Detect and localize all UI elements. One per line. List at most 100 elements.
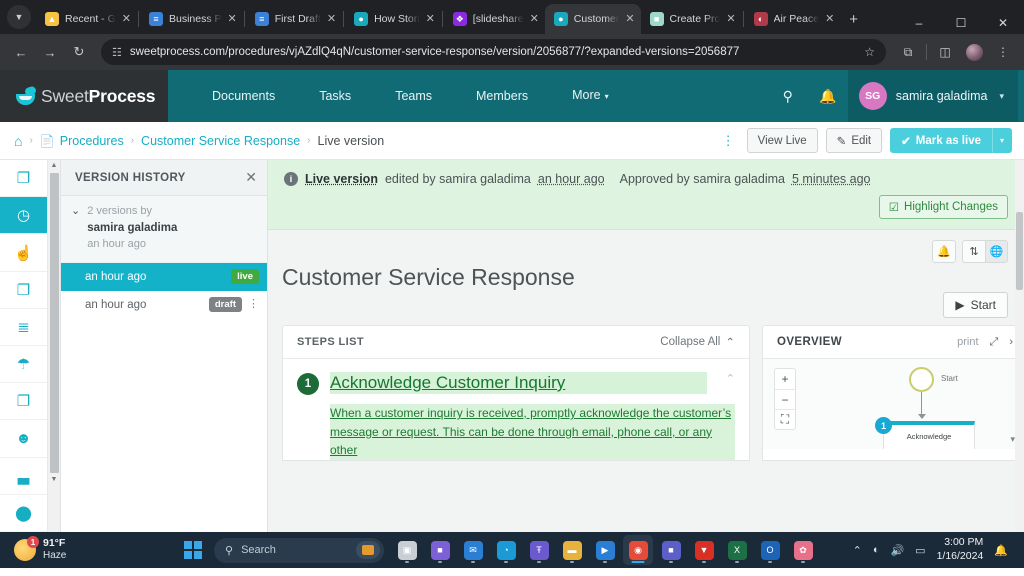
home-icon[interactable]: ⌂ <box>14 133 22 149</box>
highlight-changes-button[interactable]: ☑ Highlight Changes <box>878 195 1008 219</box>
excel-taskbar-button[interactable]: X <box>722 535 752 565</box>
nav-item-more[interactable]: More ▾ <box>550 69 631 123</box>
browser-tab[interactable]: ● How Stori ✕ <box>345 4 441 34</box>
nav-item-tasks[interactable]: Tasks <box>297 70 373 122</box>
tab-close-icon[interactable]: ✕ <box>726 13 735 25</box>
more-actions-icon[interactable]: ⋮ <box>718 134 739 147</box>
zoom-taskbar-button[interactable]: ▶ <box>590 535 620 565</box>
wifi-icon[interactable]: ◐ <box>873 544 880 556</box>
sweetprocess-logo[interactable]: SweetProcess <box>0 70 168 122</box>
tab-close-icon[interactable]: ✕ <box>625 13 634 25</box>
nav-item-teams[interactable]: Teams <box>373 70 454 122</box>
site-info-icon[interactable]: ☷ <box>112 46 122 59</box>
tray-expand-chevron-icon[interactable]: ⌃ <box>853 544 862 557</box>
teams-icon[interactable]: ☻ <box>0 420 47 458</box>
address-bar[interactable]: ☷ sweetprocess.com/procedures/vjAZdlQ4qN… <box>101 39 886 65</box>
chevron-down-icon[interactable]: ▾ <box>999 91 1004 102</box>
settings-icon[interactable]: ⬤ <box>0 495 47 533</box>
print-button[interactable]: print <box>957 336 978 348</box>
search-highlight-badge[interactable] <box>356 541 380 559</box>
version-row-selected[interactable]: an hour ago live <box>61 262 267 291</box>
tab-search-button[interactable]: ▼ <box>7 5 31 29</box>
paint-taskbar-button[interactable]: ✿ <box>788 535 818 565</box>
nav-item-members[interactable]: Members <box>454 70 550 122</box>
back-button[interactable]: ← <box>8 39 34 65</box>
outlook-taskbar-button[interactable]: O <box>755 535 785 565</box>
history-clock-icon[interactable]: ◷ <box>0 197 47 235</box>
nav-item-documents[interactable]: Documents <box>190 70 297 122</box>
comments-icon[interactable]: ❐ <box>0 272 47 309</box>
version-row[interactable]: an hour ago draft ⋮ <box>61 290 267 319</box>
fit-to-screen-button[interactable]: ⛶ <box>775 409 795 429</box>
tab-close-icon[interactable]: ✕ <box>426 13 435 25</box>
close-window-button[interactable]: ✕ <box>982 16 1024 30</box>
teams-taskbar-button[interactable]: Ŧ <box>524 535 554 565</box>
tab-close-icon[interactable]: ✕ <box>327 13 336 25</box>
overview-flowchart-canvas[interactable]: + − ⛶ Start Acknowledge 1 ▾ <box>763 359 1023 449</box>
breadcrumb-procedures[interactable]: Procedures <box>60 134 124 148</box>
step-title-link[interactable]: Acknowledge Customer Inquiry <box>330 372 707 395</box>
file-explorer-taskbar-button[interactable]: ▬ <box>557 535 587 565</box>
share-icon[interactable]: ⧉ <box>895 39 921 65</box>
browser-tab[interactable]: ■ Create Pro ✕ <box>641 4 742 34</box>
chevron-up-icon[interactable]: ⌃ <box>726 372 735 385</box>
globe-icon[interactable]: 🌐 <box>985 241 1007 262</box>
scroll-down-arrow[interactable]: ▼ <box>51 474 58 486</box>
reload-button[interactable]: ↻ <box>66 39 92 65</box>
browser-tab[interactable]: ◐ Air Peace ✕ <box>745 4 841 34</box>
battery-icon[interactable]: ▭ <box>915 544 925 557</box>
teams-work-taskbar-button[interactable]: ■ <box>656 535 686 565</box>
scroll-up-arrow[interactable]: ▲ <box>51 160 58 172</box>
tab-close-icon[interactable]: ✕ <box>530 13 539 25</box>
windows-start-button[interactable] <box>184 541 202 559</box>
version-row-menu-icon[interactable]: ⋮ <box>248 299 259 310</box>
scrollbar-thumb[interactable] <box>49 173 59 473</box>
view-live-button[interactable]: View Live <box>746 128 818 153</box>
approved-timestamp[interactable]: 5 minutes ago <box>792 172 871 186</box>
notification-bell-icon[interactable]: 🔔 <box>933 241 955 262</box>
start-button[interactable]: ▶ Start <box>943 292 1008 318</box>
analytics-icon[interactable]: ▃ <box>0 458 47 495</box>
flowchart-start-node[interactable] <box>909 367 934 392</box>
forward-button[interactable]: → <box>37 39 63 65</box>
profile-avatar[interactable] <box>961 39 987 65</box>
task-view-taskbar-button[interactable]: ▣ <box>392 535 422 565</box>
breadcrumb-customer-service-response[interactable]: Customer Service Response <box>141 134 300 148</box>
zoom-in-button[interactable]: + <box>775 369 795 389</box>
edited-timestamp[interactable]: an hour ago <box>538 172 605 186</box>
new-tab-button[interactable]: + <box>840 11 867 34</box>
browser-tab[interactable]: ❖ [slideshare ✕ <box>444 4 545 34</box>
mail-taskbar-button[interactable]: ✉ <box>458 535 488 565</box>
antivirus-taskbar-button[interactable]: ▼ <box>689 535 719 565</box>
bookmark-star-icon[interactable]: ☆ <box>864 45 875 59</box>
taskbar-clock[interactable]: 3:00 PM 1/16/2024 <box>937 536 984 563</box>
zoom-out-button[interactable]: − <box>775 389 795 409</box>
close-icon[interactable]: ✕ <box>245 169 257 186</box>
browser-tab[interactable]: ≡ First Draft ✕ <box>246 4 342 34</box>
tab-close-icon[interactable]: ✕ <box>122 13 131 25</box>
notifications-bell-icon[interactable]: 🔔 <box>808 88 848 105</box>
browser-menu-icon[interactable]: ⋮ <box>990 39 1016 65</box>
minimize-button[interactable]: – <box>898 16 940 30</box>
next-icon[interactable]: › <box>1009 336 1013 348</box>
cloud-upload-icon[interactable]: ☂ <box>0 346 47 384</box>
copy-icon[interactable]: ❐ <box>0 383 47 421</box>
expand-icon[interactable]: ⤢ <box>990 336 999 349</box>
teams-chat-taskbar-button[interactable]: ■ <box>425 535 455 565</box>
flowchart-step-node[interactable]: Acknowledge <box>883 421 975 449</box>
sidepanel-icon[interactable]: ◫ <box>932 39 958 65</box>
notification-bell-icon[interactable]: 🔔 <box>994 544 1008 557</box>
user-menu[interactable]: SG samira galadima ▾ <box>847 70 1018 122</box>
maximize-button[interactable]: ☐ <box>940 16 982 30</box>
browser-tab-active[interactable]: ● Customer ✕ <box>544 4 641 34</box>
tab-close-icon[interactable]: ✕ <box>825 13 834 25</box>
url-text[interactable]: sweetprocess.com/procedures/vjAZdlQ4qN/c… <box>130 46 856 58</box>
chevron-down-icon[interactable]: ⌄ <box>71 204 80 218</box>
tab-close-icon[interactable]: ✕ <box>228 13 237 25</box>
sort-icon[interactable]: ⇅ <box>963 241 985 262</box>
document-icon[interactable]: ❐ <box>0 160 47 198</box>
scrollbar-thumb[interactable] <box>1016 212 1023 290</box>
taskbar-search[interactable]: ⚲ Search <box>214 537 384 563</box>
thumbs-up-icon[interactable]: ☝ <box>0 234 47 272</box>
browser-tab[interactable]: ≡ Business P ✕ <box>140 4 243 34</box>
